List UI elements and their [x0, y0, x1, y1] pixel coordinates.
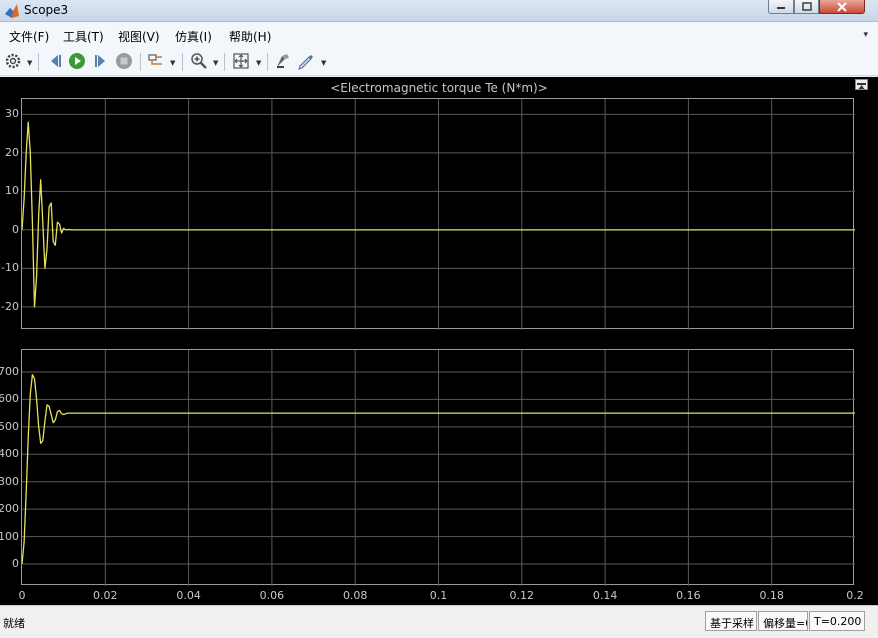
signal-selector-icon[interactable]: [147, 52, 167, 72]
menu-file[interactable]: 文件(F): [9, 28, 49, 45]
y-tick-label: -10: [1, 261, 19, 275]
x-tick-label: 0.1: [429, 589, 448, 602]
window-title: Scope3: [24, 3, 69, 17]
axes-speed[interactable]: [21, 349, 855, 586]
toolbar-separator: [182, 53, 183, 71]
highlight-dropdown-icon[interactable]: ▼: [321, 59, 326, 67]
speed-plot-svg: [22, 350, 855, 586]
menu-view[interactable]: 视图(V): [118, 28, 160, 45]
x-tick-label: 0.14: [592, 589, 618, 602]
step-back-icon[interactable]: [46, 52, 66, 72]
minimize-button[interactable]: [768, 0, 794, 14]
y-tick-label: 200: [0, 502, 19, 516]
time-indicator: T=0.200: [809, 611, 865, 631]
x-tick-label: 0.08: [342, 589, 368, 602]
x-tick-label: 0.16: [676, 589, 701, 602]
zoom-dropdown-icon[interactable]: ▼: [213, 59, 218, 67]
y-tick-label: 10: [5, 184, 19, 198]
offset-indicator: 偏移量=0: [758, 611, 808, 631]
x-tick-label: 0.18: [759, 589, 784, 602]
torque-plot-svg: [22, 99, 855, 330]
x-tick-label: 0: [18, 589, 26, 602]
close-button[interactable]: [819, 0, 865, 14]
toolbar-separator: [140, 53, 141, 71]
y-tick-label: 30: [5, 107, 19, 121]
y-tick-label: 600: [0, 392, 19, 406]
signal-selector-dropdown-icon[interactable]: ▼: [170, 59, 175, 67]
y-tick-label: 20: [5, 145, 19, 159]
autoscale-dropdown-icon[interactable]: ▼: [256, 59, 261, 67]
x-tick-label: 0.12: [509, 589, 535, 602]
y-tick-label: 0: [12, 557, 19, 571]
maximize-icon: [801, 2, 812, 11]
menu-overflow-icon[interactable]: ▾: [863, 30, 868, 40]
status-text: 就绪: [3, 617, 25, 630]
title-bar: Scope3: [0, 0, 878, 22]
toolbar: ▼ ▼ ▼ ▼ ▼: [0, 48, 878, 76]
x-tick-label: 0.04: [176, 589, 201, 602]
zoom-icon[interactable]: [190, 52, 210, 72]
toolbar-separator: [224, 53, 225, 71]
status-bar: 就绪 基于采样 偏移量=0 T=0.200: [0, 605, 878, 638]
y-tick-label: 100: [0, 529, 19, 543]
y-tick-label: 400: [0, 447, 19, 461]
run-icon[interactable]: [68, 52, 88, 72]
minimize-icon: [777, 7, 785, 9]
step-forward-icon[interactable]: [92, 52, 112, 72]
y-tick-label: 0: [12, 222, 19, 236]
settings-icon[interactable]: [4, 52, 24, 72]
stop-icon[interactable]: [115, 52, 135, 72]
style-icon[interactable]: [274, 52, 294, 72]
y-tick-label: 700: [0, 364, 19, 378]
maximize-button[interactable]: [794, 0, 819, 14]
matlab-app-icon: [4, 3, 20, 19]
x-tick-label: 0.2: [846, 589, 864, 602]
toolbar-separator: [38, 53, 39, 71]
menu-bar: 文件(F) 工具(T) 视图(V) 仿真(I) 帮助(H) ▾: [0, 22, 878, 48]
menu-tools[interactable]: 工具(T): [63, 28, 104, 45]
settings-dropdown-icon[interactable]: ▼: [27, 59, 32, 67]
y-tick-label: 500: [0, 419, 19, 433]
x-tick-label: 0.02: [93, 589, 118, 602]
sample-based-indicator: 基于采样: [705, 611, 757, 631]
plot-title: <Electromagnetic torque Te (N*m)>: [330, 81, 548, 95]
autoscale-icon[interactable]: [232, 52, 252, 72]
y-tick-label: -20: [1, 299, 19, 313]
scope-figure: <Electromagnetic torque Te (N*m)> 30 20 10…: [0, 77, 878, 605]
x-tick-label: 0.06: [259, 589, 285, 602]
menu-help[interactable]: 帮助(H): [229, 28, 271, 45]
toolbar-separator: [267, 53, 268, 71]
y-tick-label: 300: [0, 474, 19, 488]
menu-simulation[interactable]: 仿真(I): [175, 28, 212, 45]
highlight-icon[interactable]: [297, 52, 317, 72]
axes-torque[interactable]: [21, 98, 855, 330]
close-icon: [837, 2, 847, 12]
